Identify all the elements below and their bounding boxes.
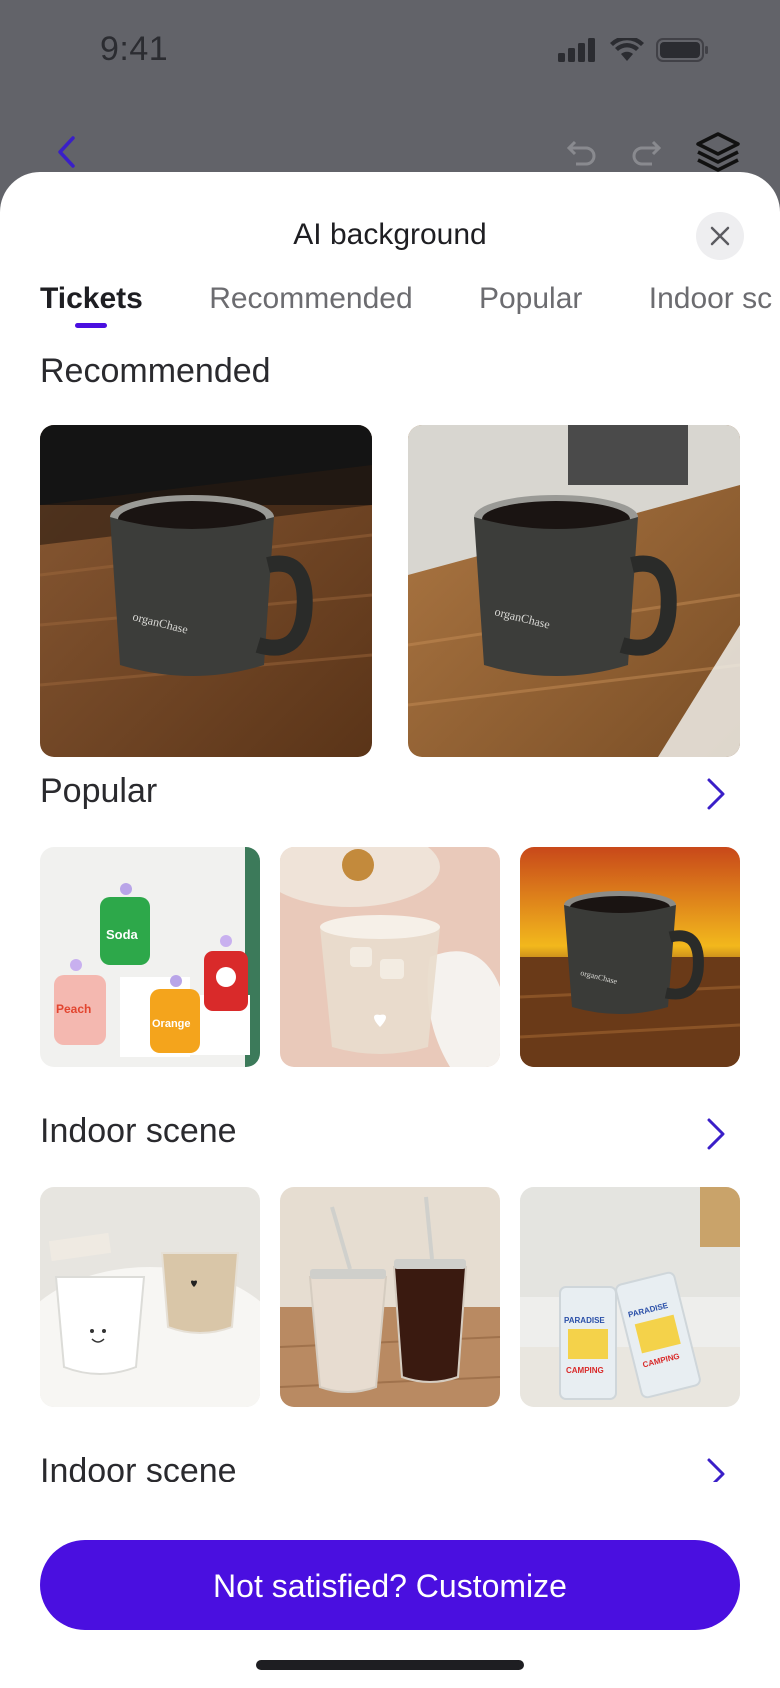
ai-background-sheet: AI background Tickets Recommended Popula… xyxy=(0,172,780,1688)
redo-icon xyxy=(632,140,662,166)
background-thumbnail[interactable]: organChase xyxy=(520,847,740,1067)
category-tabs: Tickets Recommended Popular Indoor sc xyxy=(40,282,780,328)
close-button[interactable] xyxy=(696,212,744,260)
svg-text:Soda: Soda xyxy=(106,927,139,942)
tab-recommended[interactable]: Recommended xyxy=(209,282,412,328)
see-more-button[interactable] xyxy=(700,776,730,812)
layers-button[interactable] xyxy=(694,128,742,176)
background-thumbnail[interactable] xyxy=(40,1187,260,1407)
status-time: 9:41 xyxy=(100,30,169,68)
iced-coffee-tumblers-image xyxy=(280,1187,500,1407)
background-thumbnail[interactable]: Soda Peach Orange xyxy=(40,847,260,1067)
status-icons xyxy=(558,38,710,62)
svg-text:PARADISE: PARADISE xyxy=(564,1316,605,1325)
svg-text:CAMPING: CAMPING xyxy=(566,1366,604,1375)
signal-icon xyxy=(558,38,595,62)
customize-button[interactable]: Not satisfied? Customize xyxy=(40,1540,740,1630)
mug-on-wooden-table-window-image: organChase xyxy=(408,425,740,757)
background-thumbnail[interactable] xyxy=(280,1187,500,1407)
svg-text:Orange: Orange xyxy=(152,1018,191,1030)
milk-glasses-image xyxy=(40,1187,260,1407)
back-button[interactable] xyxy=(48,132,88,172)
wifi-icon xyxy=(610,38,644,61)
section-popular: Popular Soda Peach Orange organChase xyxy=(40,772,740,1067)
section-title: Indoor scene xyxy=(40,1112,237,1150)
paradise-camping-glasses-image: PARADISE CAMPING PARADISE CAMPING xyxy=(520,1187,740,1407)
mug-at-sunset-image: organChase xyxy=(520,847,740,1067)
chevron-right-icon xyxy=(707,1118,725,1150)
editor-top-bar xyxy=(0,120,780,180)
sheet-title: AI background xyxy=(293,218,487,251)
tab-popular[interactable]: Popular xyxy=(479,282,582,328)
home-indicator xyxy=(256,1660,524,1670)
layers-icon xyxy=(696,132,740,172)
svg-text:Peach: Peach xyxy=(56,1002,91,1016)
tab-indoor-scene[interactable]: Indoor sc xyxy=(649,282,772,328)
mug-on-wooden-table-image: organChase xyxy=(40,425,372,757)
battery-icon xyxy=(656,38,708,62)
status-bar: 9:41 xyxy=(0,0,780,110)
undo-button[interactable] xyxy=(560,132,600,172)
undo-icon xyxy=(566,140,596,166)
tab-tickets[interactable]: Tickets xyxy=(40,282,143,328)
section-indoor-scene: Indoor scene PARADISE CAMPING PARADISE C… xyxy=(40,1112,740,1407)
background-thumbnail[interactable]: organChase xyxy=(408,425,740,757)
background-thumbnail[interactable] xyxy=(280,847,500,1067)
chevron-left-icon xyxy=(58,136,75,168)
redo-button[interactable] xyxy=(628,132,668,172)
see-more-button[interactable] xyxy=(700,1116,730,1152)
iced-latte-glass-image xyxy=(280,847,500,1067)
chevron-right-icon xyxy=(707,778,725,810)
background-thumbnail[interactable]: organChase xyxy=(40,425,372,757)
background-thumbnail[interactable]: PARADISE CAMPING PARADISE CAMPING xyxy=(520,1187,740,1407)
section-title: Recommended xyxy=(40,352,271,390)
close-icon xyxy=(710,226,730,246)
section-recommended: Recommended organChase organChase xyxy=(40,352,740,757)
section-title: Popular xyxy=(40,772,158,810)
soda-can-bottles-image: Soda Peach Orange xyxy=(40,847,260,1067)
